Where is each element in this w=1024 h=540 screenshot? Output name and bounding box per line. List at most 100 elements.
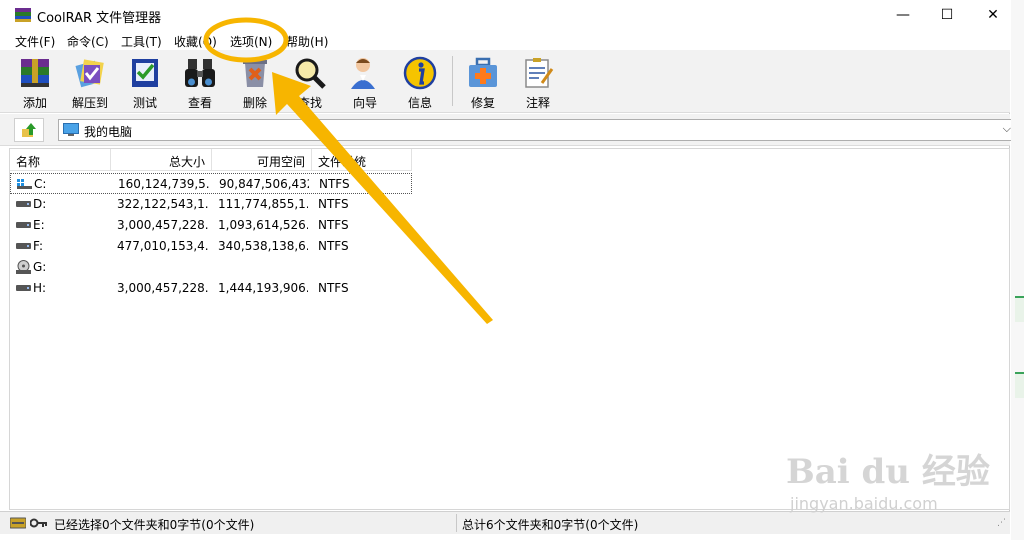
comment-button[interactable]: 注释 <box>511 52 565 110</box>
hard-drive-icon <box>16 285 31 291</box>
test-icon <box>132 59 158 87</box>
drive-total-size: 3,000,457,228... <box>117 281 209 295</box>
column-header-total-size[interactable]: 总大小 <box>111 149 212 171</box>
maximize-icon: ☐ <box>940 7 954 23</box>
window-title: CoolRAR 文件管理器 <box>37 11 162 26</box>
drive-filesystem: NTFS <box>318 218 349 232</box>
table-row[interactable]: C: 160,124,739,5... 90,847,506,432 NTFS <box>10 173 412 194</box>
column-header-free-space[interactable]: 可用空间 <box>212 149 312 171</box>
status-selected: 已经选择0个文件夹和0字节(0个文件) <box>54 518 255 532</box>
drive-total-size: 160,124,739,5... <box>118 177 210 191</box>
up-arrow-icon <box>22 123 36 137</box>
drive-name: D: <box>33 197 47 211</box>
drive-filesystem: NTFS <box>318 281 349 295</box>
table-row[interactable]: F: 477,010,153,4... 340,538,138,6... NTF… <box>10 236 412 257</box>
drive-free-space: 1,444,193,906... <box>218 281 308 295</box>
system-drive-icon <box>17 179 32 189</box>
find-magnifier-icon <box>295 58 326 89</box>
extract-icon <box>75 59 104 88</box>
title-bar: CoolRAR 文件管理器 — ☐ ✕ <box>0 0 1010 30</box>
info-button[interactable]: 信息 <box>393 52 447 110</box>
menu-options[interactable]: 选项(N) <box>230 33 272 50</box>
drive-name: F: <box>33 239 44 253</box>
drive-name: G: <box>33 260 47 274</box>
close-icon: ✕ <box>987 7 999 23</box>
drive-name: H: <box>33 281 47 295</box>
status-separator <box>456 514 457 532</box>
menu-help[interactable]: 帮助(H) <box>286 33 328 50</box>
repair-kit-icon <box>469 57 497 87</box>
resize-grip-icon[interactable]: ⋰ <box>997 518 1006 528</box>
column-header-filesystem[interactable]: 文件系统 <box>312 149 412 171</box>
watermark-url: jingyan.baidu.com <box>790 494 938 513</box>
drive-name: C: <box>34 177 47 191</box>
address-path: 我的电脑 <box>84 125 133 139</box>
view-binoculars-icon <box>185 59 215 87</box>
status-total: 总计6个文件夹和0字节(0个文件) <box>462 518 639 532</box>
add-archive-icon <box>21 59 49 87</box>
repair-label: 修复 <box>470 96 495 110</box>
hard-drive-icon <box>16 222 31 228</box>
drive-filesystem: NTFS <box>318 239 349 253</box>
wizard-icon <box>351 58 375 89</box>
drive-total-size: 477,010,153,4... <box>117 239 209 253</box>
delete-icon <box>243 60 267 87</box>
repair-button[interactable]: 修复 <box>456 52 510 110</box>
drive-free-space: 111,774,855,1... <box>218 197 308 211</box>
delete-button[interactable]: 删除 <box>228 52 282 110</box>
menu-command[interactable]: 命令(C) <box>67 33 109 50</box>
menu-tools[interactable]: 工具(T) <box>121 33 162 50</box>
wizard-button[interactable]: 向导 <box>338 52 392 110</box>
key-icon <box>30 518 47 528</box>
chevron-down-icon[interactable]: ⌵ <box>1003 122 1011 136</box>
comment-label: 注释 <box>525 96 550 110</box>
close-button[interactable]: ✕ <box>970 0 1016 30</box>
hard-drive-icon <box>16 243 31 249</box>
up-folder-button[interactable] <box>14 118 44 142</box>
find-button[interactable]: 查找 <box>283 52 337 110</box>
find-label: 查找 <box>297 96 322 110</box>
status-bar: 已经选择0个文件夹和0字节(0个文件) 总计6个文件夹和0字节(0个文件) ⋰ <box>0 511 1010 534</box>
drive-status-icon <box>10 517 26 529</box>
drive-total-size: 3,000,457,228... <box>117 218 209 232</box>
toolbar: 添加 解压到 测试 查看 删除 查找 向导 信息 修复 注释 <box>0 50 1010 113</box>
info-label: 信息 <box>407 96 432 110</box>
drive-filesystem: NTFS <box>318 197 349 211</box>
add-label: 添加 <box>22 96 47 110</box>
info-icon <box>403 56 437 90</box>
coolrar-app-icon <box>15 8 31 22</box>
hard-drive-icon <box>16 201 31 207</box>
extract-button[interactable]: 解压到 <box>63 52 117 110</box>
menu-favorites[interactable]: 收藏(O) <box>174 33 217 50</box>
table-row[interactable]: H: 3,000,457,228... 1,444,193,906... NTF… <box>10 278 412 299</box>
menu-file[interactable]: 文件(F) <box>15 33 55 50</box>
computer-icon <box>63 123 79 136</box>
drive-free-space: 90,847,506,432 <box>219 177 309 191</box>
table-row[interactable]: E: 3,000,457,228... 1,093,614,526... NTF… <box>10 215 412 236</box>
view-button[interactable]: 查看 <box>173 52 227 110</box>
column-header-name[interactable]: 名称 <box>10 149 111 171</box>
address-bar: 我的电脑 ⌵ <box>0 114 1018 146</box>
background-window-edge <box>1011 0 1024 540</box>
table-row[interactable]: G: <box>10 257 412 278</box>
drive-name: E: <box>33 218 45 232</box>
address-combo[interactable]: 我的电脑 ⌵ <box>58 119 1018 141</box>
drive-filesystem: NTFS <box>319 177 350 191</box>
minimize-button[interactable]: — <box>880 0 926 30</box>
minimize-icon: — <box>896 7 910 23</box>
toolbar-separator <box>452 56 453 106</box>
wizard-label: 向导 <box>352 96 377 110</box>
test-label: 测试 <box>132 96 157 110</box>
test-button[interactable]: 测试 <box>118 52 172 110</box>
add-button[interactable]: 添加 <box>8 52 62 110</box>
view-label: 查看 <box>187 96 212 110</box>
drive-free-space: 340,538,138,6... <box>218 239 308 253</box>
maximize-button[interactable]: ☐ <box>924 0 970 30</box>
drive-free-space: 1,093,614,526... <box>218 218 308 232</box>
comment-icon <box>525 58 554 88</box>
extract-label: 解压到 <box>71 96 108 110</box>
cd-drive-icon <box>16 260 31 274</box>
table-row[interactable]: D: 322,122,543,1... 111,774,855,1... NTF… <box>10 194 412 215</box>
menu-bar: 文件(F) 命令(C) 工具(T) 收藏(O) 选项(N) 帮助(H) <box>0 30 1010 50</box>
watermark-logo: Bai du 经验 <box>786 452 990 492</box>
